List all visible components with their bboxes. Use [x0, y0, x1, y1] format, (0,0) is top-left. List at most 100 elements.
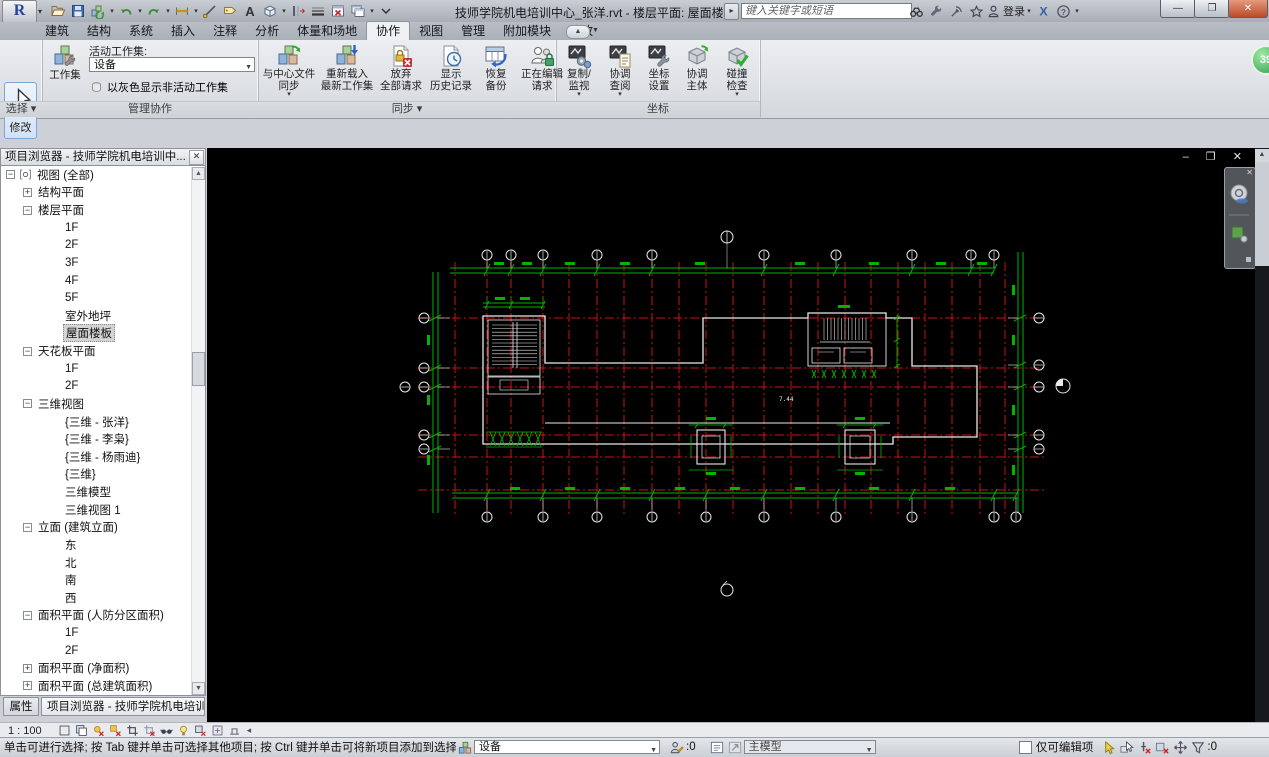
tree-item-面积平面总建筑面积[interactable]: + 面积平面 (总建筑面积): [1, 677, 205, 695]
dropdown-arrow-icon[interactable]: ▾: [136, 7, 144, 15]
worksharing-display-button[interactable]: [192, 724, 209, 737]
dropdown-arrow-icon[interactable]: ▾: [164, 7, 172, 15]
ribbon-tab-注释[interactable]: 注释: [204, 22, 246, 40]
expand-toggle-icon[interactable]: +: [23, 681, 32, 691]
crop-view-button[interactable]: [124, 724, 141, 737]
tree-item-三维-杨雨迪[interactable]: {三维 - 杨雨迪}: [1, 448, 205, 466]
close-button[interactable]: ✕: [1228, 0, 1268, 18]
default-3d-view-button[interactable]: [260, 2, 280, 20]
tree-item-面积平面人防分区面积[interactable]: − 面积平面 (人防分区面积): [1, 607, 205, 625]
drag-on-selection-button[interactable]: [1171, 740, 1189, 755]
reload-latest-button[interactable]: 重新载入 最新工作集: [319, 43, 375, 92]
undo-button[interactable]: [116, 2, 136, 20]
navbar-close-icon[interactable]: ✕: [1246, 168, 1253, 177]
sync-central-button[interactable]: 与中心文件 同步 ▾: [261, 43, 317, 98]
tree-item-2F[interactable]: 2F: [1, 642, 205, 660]
collapse-toggle-icon[interactable]: −: [23, 399, 32, 409]
project-browser-close-icon[interactable]: ✕: [189, 150, 204, 165]
dropdown-arrow-icon[interactable]: ▾: [1025, 7, 1033, 15]
tree-item-三维-张洋[interactable]: {三维 - 张洋}: [1, 413, 205, 431]
project-browser-title[interactable]: 项目浏览器 - 技师学院机电培训中...: [0, 148, 206, 166]
scale-button[interactable]: 1 : 100: [8, 725, 42, 737]
tree-item-结构平面[interactable]: + 结构平面: [1, 184, 205, 202]
restore-button[interactable]: ❐: [1194, 0, 1230, 18]
open-file-button[interactable]: [48, 2, 68, 20]
ribbon-minimize-arrow-icon[interactable]: ▼: [592, 27, 599, 34]
canvas-scroll-up-icon[interactable]: ▲: [1255, 149, 1269, 162]
tree-item-3F[interactable]: 3F: [1, 254, 205, 272]
exchange-apps-button[interactable]: X: [1033, 3, 1053, 20]
dropdown-arrow-icon[interactable]: ▾: [1073, 7, 1081, 15]
aligned-dimension-button[interactable]: [172, 2, 192, 20]
canvas-vertical-scrollbar[interactable]: ▲: [1255, 148, 1269, 722]
ribbon-tab-管理[interactable]: 管理: [452, 22, 494, 40]
ribbon-tab-结构[interactable]: 结构: [78, 22, 120, 40]
scroll-up-icon[interactable]: ▲: [192, 167, 205, 180]
dropdown-arrow-icon[interactable]: ▾: [192, 7, 200, 15]
select-pinned-button[interactable]: [1135, 740, 1153, 755]
navigation-bar[interactable]: ✕: [1224, 167, 1256, 269]
visual-style-button[interactable]: [73, 724, 90, 737]
collapse-toggle-icon[interactable]: −: [23, 346, 32, 356]
viewbar-collapse-icon[interactable]: ◂: [247, 725, 252, 736]
text-button[interactable]: A: [240, 2, 260, 20]
search-button[interactable]: [906, 3, 926, 20]
reveal-constraints-button[interactable]: [226, 724, 243, 737]
expand-toggle-icon[interactable]: +: [23, 187, 32, 197]
temporary-hide-button[interactable]: [158, 724, 175, 737]
view-window-controls[interactable]: – ❐ ✕: [1183, 150, 1249, 163]
temporary-view-properties-button[interactable]: [209, 724, 226, 737]
ribbon-tab-附加模块[interactable]: 附加模块: [494, 22, 560, 40]
revit-app-button[interactable]: R: [2, 0, 37, 23]
collapse-toggle-icon[interactable]: −: [23, 205, 32, 215]
main-model-icon[interactable]: [726, 740, 744, 755]
tree-item-三维视图1[interactable]: 三维视图 1: [1, 501, 205, 519]
dropdown-arrow-icon[interactable]: ▾: [280, 7, 288, 15]
tree-item-2F[interactable]: 2F: [1, 237, 205, 255]
signin-button[interactable]: 登录: [986, 3, 1025, 20]
section-button[interactable]: [288, 2, 308, 20]
design-option-dropdown[interactable]: 主模型 ▼: [743, 740, 876, 754]
save-button[interactable]: [68, 2, 88, 20]
collapse-toggle-icon[interactable]: −: [6, 170, 15, 180]
tree-item-视图全部[interactable]: − 视图 (全部): [1, 166, 205, 184]
ribbon-tab-体量和场地[interactable]: 体量和场地: [288, 22, 366, 40]
tree-item-屋面楼板[interactable]: 屋面楼板: [1, 324, 205, 343]
support-button[interactable]: [926, 3, 946, 20]
tree-item-南[interactable]: 南: [1, 571, 205, 589]
select-underlay-button[interactable]: [1117, 740, 1135, 755]
sun-path-button[interactable]: [90, 724, 107, 737]
drawing-area[interactable]: 7.44 – ❐ ✕ ✕: [207, 148, 1256, 722]
tree-item-三维-李枭[interactable]: {三维 - 李枭}: [1, 430, 205, 448]
worksets-button[interactable]: 工作集: [45, 43, 85, 82]
app-menu-arrow-icon[interactable]: ▾: [38, 7, 42, 16]
tree-item-三维模型[interactable]: 三维模型: [1, 483, 205, 501]
gray-inactive-worksets-toggle[interactable]: 以灰色显示非活动工作集: [89, 79, 228, 95]
tree-item-三维视图[interactable]: − 三维视图: [1, 395, 205, 413]
editing-requests-icon[interactable]: [668, 740, 686, 755]
reveal-hidden-button[interactable]: [175, 724, 192, 737]
dropdown-arrow-icon[interactable]: ▾: [368, 7, 376, 15]
customize-qat-button[interactable]: [376, 2, 396, 20]
redo-button[interactable]: [144, 2, 164, 20]
detail-level-button[interactable]: [56, 724, 73, 737]
copy-monitor-button[interactable]: 复制/监视 ▾: [559, 43, 599, 98]
communication-center-button[interactable]: [946, 3, 966, 20]
panel-label-select[interactable]: 选择 ▾: [0, 101, 42, 117]
crop-region-button[interactable]: [141, 724, 158, 737]
scrollbar-thumb[interactable]: [192, 352, 205, 386]
tree-item-1F[interactable]: 1F: [1, 624, 205, 642]
tree-item-立面建筑立面[interactable]: − 立面 (建筑立面): [1, 519, 205, 537]
restore-backup-button[interactable]: 恢复 备份: [477, 43, 515, 92]
tree-item-4F[interactable]: 4F: [1, 272, 205, 290]
tree-item-东[interactable]: 东: [1, 536, 205, 554]
canvas-scrollbar-thumb[interactable]: [1255, 162, 1269, 266]
measure-button[interactable]: [200, 2, 220, 20]
tree-scrollbar[interactable]: ▲ ▼: [191, 167, 205, 695]
tag-button[interactable]: [220, 2, 240, 20]
dropdown-arrow-icon[interactable]: ▾: [108, 7, 116, 15]
tree-item-楼层平面[interactable]: − 楼层平面: [1, 201, 205, 219]
editable-only-checkbox[interactable]: [1018, 740, 1032, 754]
scroll-down-icon[interactable]: ▼: [192, 682, 205, 695]
show-history-button[interactable]: 显示 历史记录: [427, 43, 475, 92]
